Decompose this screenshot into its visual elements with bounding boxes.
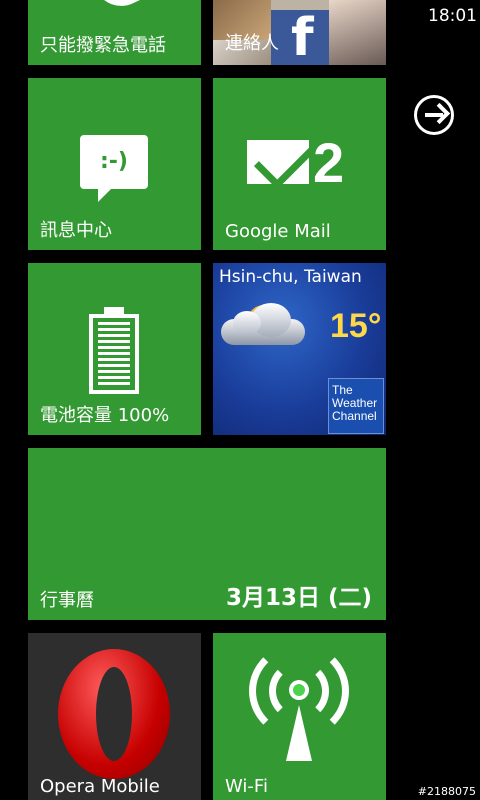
facebook-icon: f [291, 8, 314, 65]
tile-battery[interactable]: 電池容量 100% [28, 263, 201, 435]
status-time: 18:01 [428, 6, 477, 26]
message-bubble-icon: :-) [80, 135, 148, 189]
mail-unread-count: 2 [313, 131, 345, 194]
tile-wifi[interactable]: Wi-Fi [213, 633, 386, 800]
tile-messaging[interactable]: :-) 訊息中心 [28, 78, 201, 250]
wifi-antenna-icon [286, 705, 312, 761]
tile-calendar[interactable]: 行事曆 3月13日 (二) [28, 448, 386, 620]
arrow-right-circle-icon[interactable] [414, 95, 454, 135]
weather-temperature: 15° [330, 307, 382, 345]
tile-calendar-label: 行事曆 [40, 590, 94, 611]
tile-mail[interactable]: 2 Google Mail [213, 78, 386, 250]
tile-phone-label: 只能撥緊急電話 [40, 35, 166, 56]
tile-phone[interactable]: 只能撥緊急電話 [28, 0, 201, 65]
tile-wifi-label: Wi-Fi [225, 776, 268, 797]
tile-battery-label: 電池容量 100% [40, 405, 170, 426]
tile-messaging-label: 訊息中心 [40, 220, 112, 241]
tile-opera[interactable]: Opera Mobile [28, 633, 201, 800]
phone-icon [95, 0, 145, 16]
tile-weather[interactable]: Hsin-chu, Taiwan 15° The Weather Channel [213, 263, 386, 435]
tile-people-label: 連絡人 [225, 33, 279, 54]
partly-cloudy-icon [221, 303, 305, 345]
calendar-date: 3月13日 (二) [225, 585, 372, 611]
wifi-status-dot [289, 680, 309, 700]
tile-mail-label: Google Mail [225, 221, 331, 242]
envelope-icon [247, 140, 309, 184]
contact-photo [329, 0, 386, 65]
message-bubble-tail [98, 188, 112, 202]
tile-opera-label: Opera Mobile [40, 776, 160, 797]
watermark: #2188075 [417, 785, 476, 798]
weather-channel-logo: The Weather Channel [328, 378, 384, 434]
opera-logo-icon [58, 649, 170, 779]
tile-people[interactable]: f 連絡人 [213, 0, 386, 65]
weather-city: Hsin-chu, Taiwan [219, 267, 362, 287]
battery-icon [89, 314, 139, 394]
